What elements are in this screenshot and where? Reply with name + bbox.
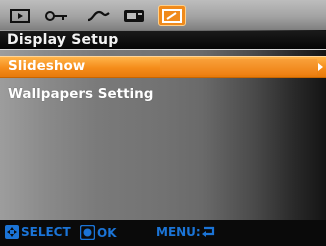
camera-card-icon	[124, 9, 144, 22]
key-icon	[45, 10, 67, 21]
mode-tab-bar	[0, 0, 326, 30]
return-icon	[201, 226, 214, 237]
menu-item-label: Slideshow	[8, 58, 86, 74]
option-value-box	[160, 59, 317, 75]
menu-item-slideshow[interactable]: Slideshow	[0, 56, 326, 78]
tab-display-settings[interactable]	[158, 5, 186, 26]
footer-select-label: SELECT	[21, 225, 71, 239]
tab-key[interactable]	[43, 5, 71, 26]
footer-menu-hint: MENU:	[156, 225, 219, 239]
playback-icon	[10, 8, 30, 23]
menu-item-label: Wallpapers Setting	[8, 86, 154, 102]
page-title: Display Setup	[7, 32, 119, 48]
footer-select-hint: SELECT	[5, 225, 71, 239]
menu-item-wallpapers-setting[interactable]: Wallpapers Setting	[0, 86, 326, 110]
footer-ok-label: OK	[97, 225, 117, 240]
ok-button-icon	[80, 225, 95, 240]
footer-hint-bar: SELECT OK MENU:	[0, 220, 326, 246]
arrow-right-icon	[318, 63, 323, 71]
menu-title-bar: Display Setup	[0, 31, 326, 50]
curve-icon	[87, 10, 110, 21]
footer-menu-label: MENU:	[156, 225, 201, 239]
tab-playback[interactable]	[6, 5, 34, 26]
camera-menu-screen: Display Setup Slideshow Wallpapers Setti…	[0, 0, 326, 246]
footer-ok-hint: OK	[80, 225, 117, 240]
display-settings-icon	[162, 8, 182, 23]
dpad-icon	[5, 225, 19, 239]
tab-camera-card[interactable]	[120, 5, 148, 26]
tab-curve[interactable]	[85, 5, 113, 26]
